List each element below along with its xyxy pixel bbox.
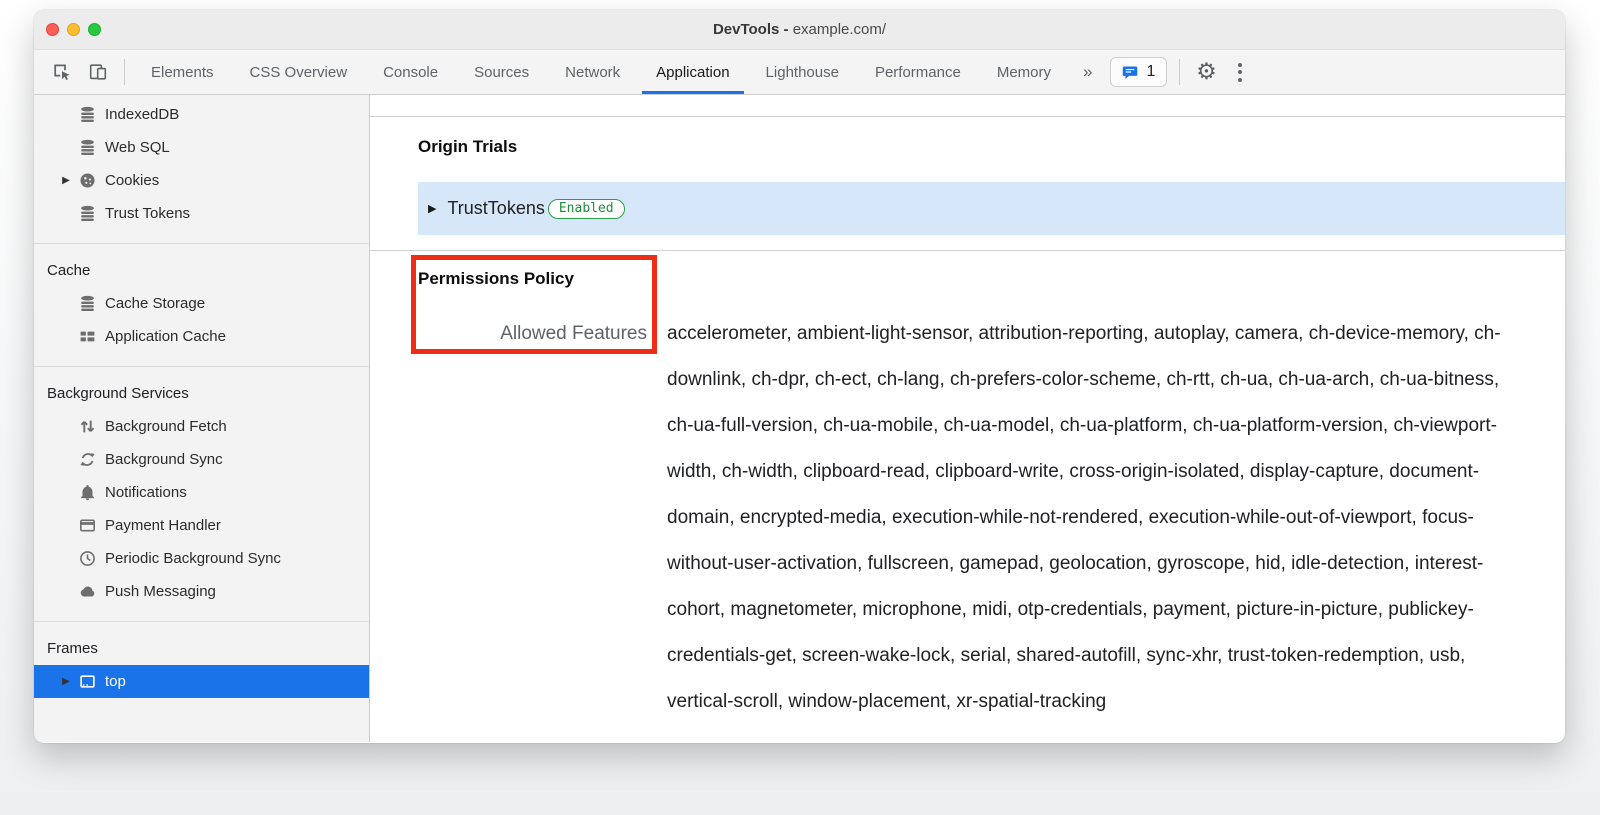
allowed-features-label: Allowed Features [418,311,647,725]
toolbar-divider [124,59,125,85]
tab-performance[interactable]: Performance [857,50,979,94]
sidebar-item-label: Background Fetch [105,418,227,435]
inspect-icon[interactable] [44,50,80,94]
sidebar-item-periodic-background-sync[interactable]: Periodic Background Sync [34,542,369,575]
database-icon [79,139,96,156]
window-title-app: DevTools [713,21,779,38]
expand-triangle-icon[interactable]: ▶ [58,164,74,197]
sidebar-item-label: Web SQL [105,139,170,156]
window-title-separator: - [779,21,792,38]
credit-card-icon [79,517,96,534]
trial-name: TrustTokens [447,198,544,219]
frame-icon [79,673,96,690]
tab-lighthouse[interactable]: Lighthouse [748,50,857,94]
storage-group: IndexedDB Web SQL ▶ Cookies Trust Tokens [34,95,369,243]
device-toolbar-icon[interactable] [80,50,116,94]
sidebar-item-label: top [105,673,126,690]
database-icon [79,295,96,312]
sidebar-item-label: Cache Storage [105,295,205,312]
tab-sources[interactable]: Sources [456,50,547,94]
previous-section-edge [370,95,1565,117]
expand-triangle-icon[interactable]: ▶ [58,665,74,698]
sidebar-item-label: Notifications [105,484,187,501]
tab-elements[interactable]: Elements [133,50,232,94]
allowed-features-value: accelerometer, ambient-light-sensor, att… [667,311,1517,725]
window-title: DevTools - example.com/ [34,21,1565,38]
settings-gear-icon[interactable]: ⚙ [1188,50,1224,94]
sidebar-item-cookies[interactable]: ▶ Cookies [34,164,369,197]
tab-network[interactable]: Network [547,50,638,94]
cache-group-header: Cache [34,254,369,287]
cloud-icon [79,583,96,600]
enabled-status-badge: Enabled [548,199,625,219]
devtools-window: DevTools - example.com/ Elements CSS Ove… [34,10,1565,743]
sidebar-item-top-frame[interactable]: ▶ top [34,665,369,698]
expand-triangle-icon[interactable]: ▶ [428,202,436,215]
sidebar-item-web-sql[interactable]: Web SQL [34,131,369,164]
toolbar-divider [1179,59,1180,85]
application-sidebar: IndexedDB Web SQL ▶ Cookies Trust Tokens [34,95,370,742]
sidebar-item-push-messaging[interactable]: Push Messaging [34,575,369,608]
tab-application[interactable]: Application [638,50,747,94]
panel-tabs: Elements CSS Overview Console Sources Ne… [133,50,1069,94]
sidebar-item-label: Push Messaging [105,583,216,600]
sidebar-item-trust-tokens[interactable]: Trust Tokens [34,197,369,230]
origin-trials-section: Origin Trials ▶ TrustTokens Enabled [370,117,1565,251]
origin-trials-heading: Origin Trials [418,137,1565,157]
background-services-group: Background Services Background Fetch Bac… [34,366,369,621]
sidebar-item-label: IndexedDB [105,106,179,123]
up-down-arrows-icon [79,418,96,435]
sidebar-item-label: Background Sync [105,451,223,468]
sidebar-item-payment-handler[interactable]: Payment Handler [34,509,369,542]
clock-icon [79,550,96,567]
cookie-icon [79,172,96,189]
sidebar-item-indexeddb[interactable]: IndexedDB [34,98,369,131]
sidebar-item-application-cache[interactable]: Application Cache [34,320,369,353]
allowed-features-row: Allowed Features accelerometer, ambient-… [418,311,1517,725]
tab-memory[interactable]: Memory [979,50,1069,94]
sidebar-item-label: Cookies [105,172,159,189]
sidebar-item-label: Application Cache [105,328,226,345]
sidebar-item-background-sync[interactable]: Background Sync [34,443,369,476]
database-icon [79,205,96,222]
frames-group: Frames ▶ top [34,621,369,711]
trust-tokens-trial-row[interactable]: ▶ TrustTokens Enabled [418,182,1565,235]
issues-count: 1 [1146,63,1155,81]
table-grid-icon [79,328,96,345]
permissions-policy-heading: Permissions Policy [418,269,1517,289]
sidebar-item-label: Payment Handler [105,517,221,534]
cache-group: Cache Cache Storage Application Cache [34,243,369,366]
sidebar-item-label: Trust Tokens [105,205,190,222]
issues-counter-button[interactable]: 1 [1110,57,1167,87]
sync-arrows-icon [79,451,96,468]
tab-console[interactable]: Console [365,50,456,94]
bell-icon [79,484,96,501]
permissions-policy-section: Permissions Policy Allowed Features acce… [370,251,1565,725]
window-title-page: example.com/ [793,21,886,38]
sidebar-item-cache-storage[interactable]: Cache Storage [34,287,369,320]
issues-icon [1122,64,1139,81]
tab-css-overview[interactable]: CSS Overview [232,50,366,94]
devtools-content: IndexedDB Web SQL ▶ Cookies Trust Tokens [34,95,1565,742]
more-options-icon[interactable] [1224,63,1256,82]
more-tabs-button[interactable]: » [1069,62,1106,82]
frames-group-header: Frames [34,632,369,665]
sidebar-item-label: Periodic Background Sync [105,550,281,567]
sidebar-item-notifications[interactable]: Notifications [34,476,369,509]
title-bar: DevTools - example.com/ [34,10,1565,50]
database-icon [79,106,96,123]
application-panel-main: Origin Trials ▶ TrustTokens Enabled Perm… [370,95,1565,742]
sidebar-item-background-fetch[interactable]: Background Fetch [34,410,369,443]
devtools-toolbar: Elements CSS Overview Console Sources Ne… [34,50,1565,95]
background-services-group-header: Background Services [34,377,369,410]
